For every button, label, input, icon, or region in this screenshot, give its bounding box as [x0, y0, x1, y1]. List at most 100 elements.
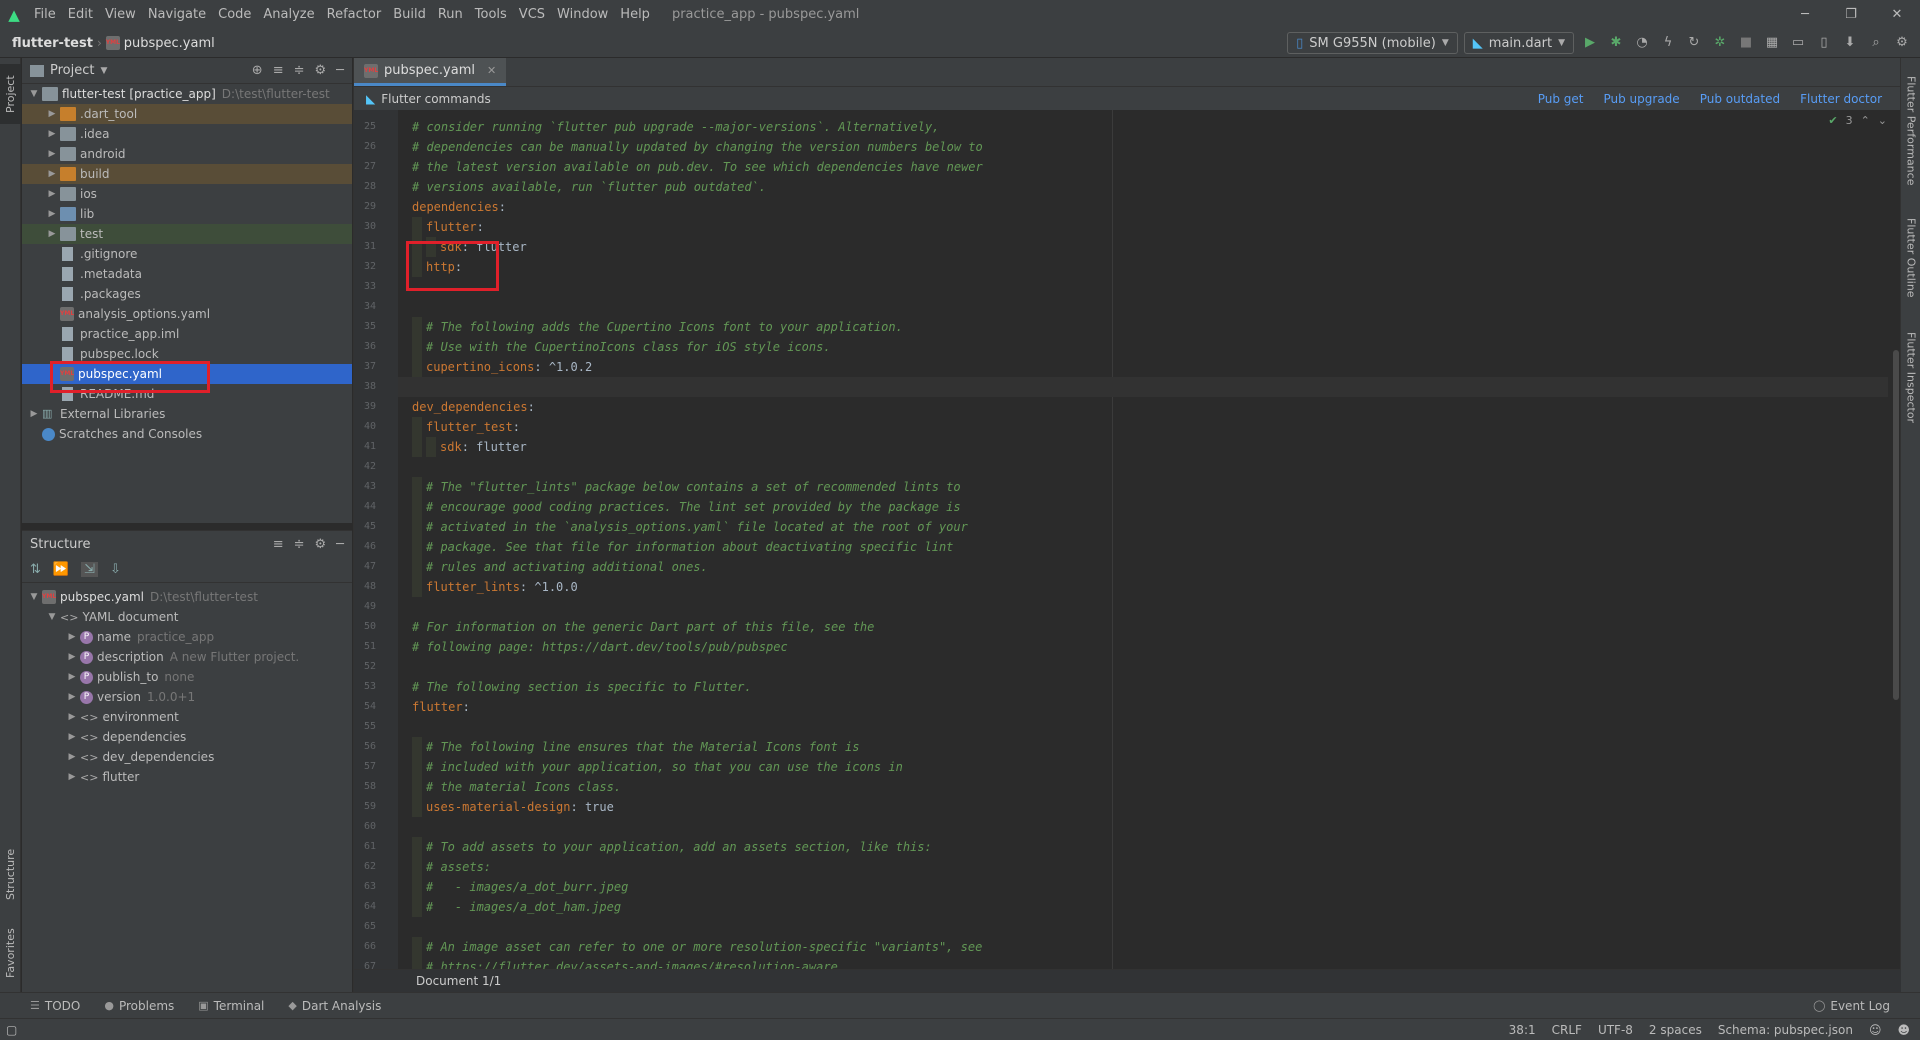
problems-tab[interactable]: ● Problems [92, 999, 186, 1013]
expand-all-icon[interactable]: ≡ [273, 63, 284, 78]
chevron-down-icon[interactable]: ⌄ [1878, 114, 1887, 127]
search-icon[interactable]: ⌕ [1866, 33, 1886, 53]
code-line[interactable]: # The "flutter_lints" package below cont… [426, 477, 961, 497]
code-line[interactable]: # included with your application, so tha… [426, 757, 903, 777]
file-encoding[interactable]: UTF-8 [1590, 1023, 1641, 1037]
code-line[interactable]: # - images/a_dot_ham.jpeg [426, 897, 621, 917]
link-flutter-doctor[interactable]: Flutter doctor [1800, 92, 1882, 106]
menu-item-file[interactable]: File [28, 7, 62, 22]
gear-icon[interactable]: ⚙ [315, 63, 327, 78]
code-line[interactable]: dev_dependencies: [412, 397, 535, 417]
structure-map-environment[interactable]: ▶ <> environment [22, 707, 352, 727]
inspection-widget[interactable]: ✔ 3 ⌃ ⌄ [1828, 114, 1887, 127]
code-line[interactable]: flutter_lints: ^1.0.0 [426, 577, 578, 597]
settings-icon[interactable]: ⚙ [1892, 33, 1912, 53]
code-line[interactable]: # https://flutter.dev/assets-and-images/… [426, 957, 838, 969]
structure-prop-version[interactable]: ▶ Pversion 1.0.0+1 [22, 687, 352, 707]
code-line[interactable]: sdk: flutter [440, 437, 527, 457]
expand-all-icon[interactable]: ≡ [273, 537, 284, 552]
layout-icon[interactable]: ▭ [1788, 33, 1808, 53]
device-selector[interactable]: ▯ SM G955N (mobile) ▼ [1287, 32, 1458, 54]
structure-map-flutter[interactable]: ▶ <> flutter [22, 767, 352, 787]
terminal-tab[interactable]: ▣ Terminal [186, 999, 276, 1013]
project-item-android[interactable]: ▶ android [22, 144, 352, 164]
project-item-dot-metadata[interactable]: .metadata [22, 264, 352, 284]
code-line[interactable]: # Use with the CupertinoIcons class for … [426, 337, 831, 357]
code-line[interactable]: flutter: [412, 697, 470, 717]
code-line[interactable]: # the latest version available on pub.de… [412, 157, 983, 177]
project-item-dot-packages[interactable]: .packages [22, 284, 352, 304]
code-line[interactable]: cupertino_icons: ^1.0.2 [426, 357, 592, 377]
hot-reload-icon[interactable]: ϟ [1658, 33, 1678, 53]
close-icon[interactable]: ✕ [1874, 0, 1920, 29]
structure-prop-publish-to[interactable]: ▶ Ppublish_to none [22, 667, 352, 687]
project-tool-tab[interactable]: Project [0, 64, 21, 124]
code-line[interactable]: # For information on the generic Dart pa… [412, 617, 874, 637]
code-line[interactable]: flutter_test: [426, 417, 520, 437]
editor-tab-pubspec[interactable]: YML pubspec.yaml ✕ [354, 58, 507, 86]
project-item-build[interactable]: ▶ build [22, 164, 352, 184]
code-line[interactable]: dependencies: [412, 197, 506, 217]
collapse-all-icon[interactable]: ≑ [294, 63, 305, 78]
favorites-tool-tab[interactable]: Favorites [0, 918, 21, 988]
project-item-analysis-options-yaml[interactable]: YML analysis_options.yaml [22, 304, 352, 324]
sdk-manager-icon[interactable]: ⬇ [1840, 33, 1860, 53]
code-line[interactable]: # rules and activating additional ones. [426, 557, 708, 577]
breadcrumb-file[interactable]: YML pubspec.yaml [105, 36, 215, 51]
gear-icon[interactable]: ⚙ [315, 537, 327, 552]
menu-item-code[interactable]: Code [212, 7, 257, 22]
menu-item-refactor[interactable]: Refactor [321, 7, 388, 22]
hide-icon[interactable]: ─ [336, 63, 344, 78]
run-icon[interactable]: ▶ [1580, 33, 1600, 53]
external-libraries[interactable]: ▶ ▥ External Libraries [22, 404, 352, 424]
document-breadcrumb[interactable]: Document 1/1 [354, 969, 1901, 992]
menu-item-run[interactable]: Run [432, 7, 469, 22]
project-item-practice-app-iml[interactable]: practice_app.iml [22, 324, 352, 344]
code-line[interactable]: uses-material-design: true [426, 797, 614, 817]
code-line[interactable]: # The following section is specific to F… [412, 677, 752, 697]
stop-icon[interactable]: ■ [1736, 33, 1756, 53]
project-root[interactable]: ▼ flutter-test [practice_app] D:\test\fl… [22, 84, 352, 104]
structure-map-dev-dependencies[interactable]: ▶ <> dev_dependencies [22, 747, 352, 767]
flutter-inspector-tab[interactable]: Flutter Inspector [1901, 323, 1920, 433]
code-line[interactable]: # encourage good coding practices. The l… [426, 497, 961, 517]
code-line[interactable]: # package. See that file for information… [426, 537, 953, 557]
code-line[interactable]: # The following adds the Cupertino Icons… [426, 317, 903, 337]
locate-icon[interactable]: ⊕ [252, 63, 263, 78]
indent-setting[interactable]: 2 spaces [1641, 1023, 1710, 1037]
menu-item-edit[interactable]: Edit [62, 7, 99, 22]
code-line[interactable]: # consider running `flutter pub upgrade … [412, 117, 939, 137]
project-item-test[interactable]: ▶ test [22, 224, 352, 244]
memory-indicator-icon[interactable]: ☻ [1889, 1023, 1920, 1037]
code-line[interactable]: # activated in the `analysis_options.yam… [426, 517, 968, 537]
profile-icon[interactable]: ◔ [1632, 33, 1652, 53]
yaml-document-node[interactable]: ▼ <> YAML document [22, 607, 352, 627]
menu-item-tools[interactable]: Tools [469, 7, 513, 22]
autoscroll-from-source-icon[interactable]: ⇲ [81, 562, 98, 577]
hide-icon[interactable]: ─ [336, 537, 344, 552]
restore-icon[interactable]: ❐ [1828, 0, 1874, 29]
menu-item-navigate[interactable]: Navigate [142, 7, 212, 22]
project-panel-title[interactable]: Project [50, 63, 94, 78]
scratches-and-consoles[interactable]: Scratches and Consoles [22, 424, 352, 444]
code-line[interactable]: # - images/a_dot_burr.jpeg [426, 877, 628, 897]
code-line[interactable]: # the material Icons class. [426, 777, 621, 797]
code-line[interactable]: # versions available, run `flutter pub o… [412, 177, 766, 197]
code-line[interactable]: # The following line ensures that the Ma… [426, 737, 859, 757]
code-line[interactable]: # assets: [426, 857, 491, 877]
code-line[interactable]: # To add assets to your application, add… [426, 837, 932, 857]
debug-icon[interactable]: ✱ [1606, 33, 1626, 53]
code-line[interactable]: # dependencies can be manually updated b… [412, 137, 983, 157]
project-item-dot-gitignore[interactable]: .gitignore [22, 244, 352, 264]
line-separator[interactable]: CRLF [1544, 1023, 1590, 1037]
vertical-scrollbar[interactable] [1891, 110, 1901, 969]
status-toggle-icon[interactable]: ▢ [0, 1023, 25, 1037]
device-manager-icon[interactable]: ▯ [1814, 33, 1834, 53]
navigate-icon[interactable]: ⇩ [110, 562, 121, 577]
project-item-ios[interactable]: ▶ ios [22, 184, 352, 204]
flutter-performance-tab[interactable]: Flutter Performance [1901, 68, 1920, 193]
link-pub-outdated[interactable]: Pub outdated [1700, 92, 1780, 106]
menu-item-view[interactable]: View [99, 7, 142, 22]
code-editor[interactable]: 25 # consider running `flutter pub upgrad… [354, 110, 1901, 969]
json-schema[interactable]: Schema: pubspec.json [1710, 1023, 1861, 1037]
